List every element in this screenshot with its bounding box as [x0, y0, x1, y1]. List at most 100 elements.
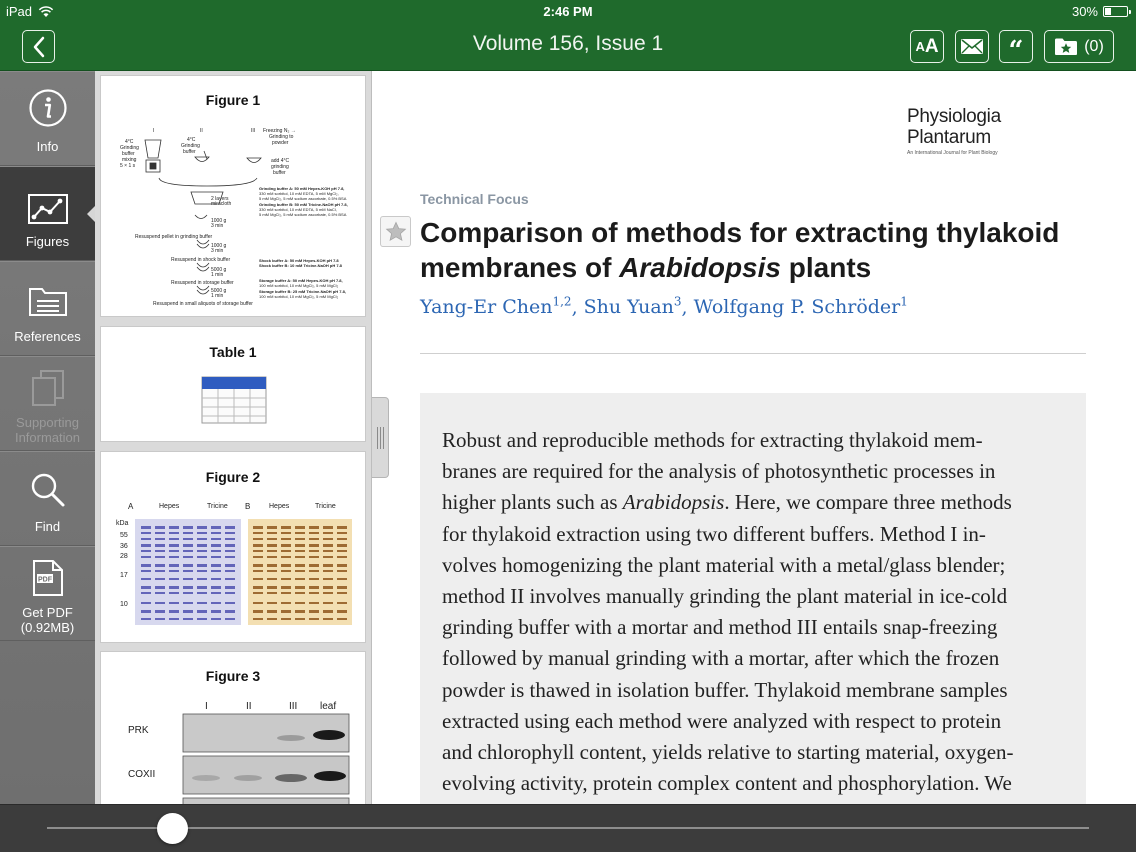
abstract-text: method II involves manually grinding the…	[442, 584, 1008, 609]
gel-band	[211, 532, 221, 534]
figure-1-thumbnail[interactable]: Figure 1 I II III 4°C Grinding buffer mi…	[100, 75, 366, 317]
gel-band	[155, 564, 165, 567]
gel-band	[141, 586, 151, 589]
fig1-step-label: I	[153, 128, 154, 134]
gel-band	[141, 618, 151, 620]
fig1-label: Resuspend in storage buffer	[171, 280, 234, 286]
cite-button[interactable]: “	[999, 30, 1033, 64]
gel-band	[225, 618, 235, 620]
email-button[interactable]	[955, 30, 989, 63]
gel-band	[225, 532, 235, 534]
gel-band	[337, 526, 347, 529]
gel-band	[295, 556, 305, 558]
gel-band	[253, 556, 263, 558]
fig1-step-label: II	[200, 128, 203, 134]
fig2-label: 28	[120, 553, 128, 560]
favorite-button[interactable]	[380, 216, 411, 247]
gel-band	[169, 578, 179, 580]
gel-band	[169, 544, 179, 547]
gel-band	[225, 578, 235, 580]
panel-resize-handle[interactable]	[372, 397, 389, 478]
gel-band	[267, 610, 277, 613]
gel-band	[253, 578, 263, 580]
gel-band	[309, 556, 319, 558]
gel-band	[183, 578, 193, 580]
author-link[interactable]: Wolfgang P. Schröder1	[693, 295, 908, 319]
gel-band	[183, 610, 193, 613]
figure-3-thumbnail[interactable]: Figure 3 I II III leaf PRK COXII	[100, 651, 366, 804]
text-size-button[interactable]: AA	[910, 30, 944, 63]
fig2-label: kDa	[116, 520, 129, 527]
gel-band	[141, 602, 151, 604]
fig1-buffer-note: 5 mM MgCl₂, 5 mM sodium ascorbate, 0.5% …	[259, 212, 347, 217]
gel-band	[225, 586, 235, 589]
sidebar-item-info[interactable]: Info	[0, 71, 95, 166]
gel-band	[197, 544, 207, 547]
abstract-line: powder is thawed in isolation buffer. Th…	[442, 675, 1064, 706]
sidebar-item-get-pdf[interactable]: PDF Get PDF (0.92MB)	[0, 546, 95, 641]
gel-band	[253, 538, 263, 540]
bottom-toolbar	[0, 804, 1136, 852]
fig1-label: 5 × 1 s	[120, 163, 136, 169]
abstract-line: grinding buffer with a mortar and method…	[442, 612, 1064, 643]
gel-band	[281, 618, 291, 620]
abstract-line: evolving activity, protein complex conte…	[442, 768, 1064, 799]
gel-band	[155, 526, 165, 529]
sidebar-item-label: Info	[36, 139, 59, 154]
fig1-label: buffer	[273, 170, 286, 176]
gel-band	[267, 526, 277, 529]
fig1-buffer-note: 100 mM sorbitol, 10 mM MgCl₂, 5 mM MgCl₂	[259, 283, 339, 288]
abstract-text: for thylakoid extraction using two diffe…	[442, 521, 986, 546]
gel-band	[323, 578, 333, 580]
sidebar-item-figures[interactable]: Figures	[0, 166, 96, 261]
text-size-small-label: A	[915, 39, 925, 54]
gel-band	[183, 556, 193, 558]
abstract-text: followed by manual grinding with a morta…	[442, 646, 1000, 671]
fig1-drawing	[144, 139, 262, 295]
table-1-thumbnail[interactable]: Table 1	[100, 326, 366, 442]
author-affiliation: 3	[673, 295, 682, 309]
gel-band	[295, 578, 305, 580]
author-name: Wolfgang P. Schröder	[693, 296, 901, 319]
page-scrubber-track[interactable]	[47, 827, 1089, 829]
gel-band	[253, 592, 263, 594]
gel-band	[155, 544, 165, 547]
gel-band	[155, 550, 165, 552]
gel-band	[169, 556, 179, 558]
gel-band	[295, 602, 305, 604]
gel-band	[337, 586, 347, 589]
gel-band	[183, 550, 193, 552]
gel-band	[267, 556, 277, 558]
gel-band	[141, 570, 151, 572]
sidebar-item-references[interactable]: References	[0, 261, 95, 356]
gel-band	[337, 570, 347, 572]
author-link[interactable]: Shu Yuan3	[584, 295, 682, 318]
battery-percent: 30%	[1071, 4, 1098, 19]
gel-band	[183, 526, 193, 529]
gel-band	[211, 610, 221, 613]
abstract-line: for thylakoid extraction using two diffe…	[442, 519, 1064, 550]
text-size-big-label: A	[924, 35, 939, 57]
gel-band	[197, 538, 207, 540]
gel-band	[253, 564, 263, 567]
figure-2-thumbnail[interactable]: Figure 2 A B kDa Hepes Tricine Hepes Tri…	[100, 451, 366, 643]
gel-band	[197, 578, 207, 580]
gel-band	[323, 556, 333, 558]
gel-band	[323, 538, 333, 540]
gel-band	[323, 526, 333, 529]
gel-band	[309, 610, 319, 613]
supporting-docs-icon	[31, 370, 64, 406]
author-link[interactable]: Yang-Er Chen1,2	[420, 295, 572, 318]
abstract-line: branes are required for the analysis of …	[442, 456, 1064, 487]
gel-band	[183, 570, 193, 572]
page-scrubber-thumb[interactable]	[157, 813, 189, 844]
gel-band	[169, 592, 179, 594]
fig1-buffer-note: 100 mM sorbitol, 10 mM MgCl₂, 5 mM MgCl₂	[259, 294, 339, 299]
fig3-col-label: I	[205, 701, 208, 712]
gel-band	[211, 618, 221, 620]
sidebar-item-find[interactable]: Find	[0, 451, 95, 546]
saved-articles-button[interactable]: (0)	[1044, 30, 1114, 63]
gel-band	[225, 564, 235, 567]
gel-band	[225, 610, 235, 613]
abstract-text: evolving activity, protein complex conte…	[442, 771, 1012, 796]
